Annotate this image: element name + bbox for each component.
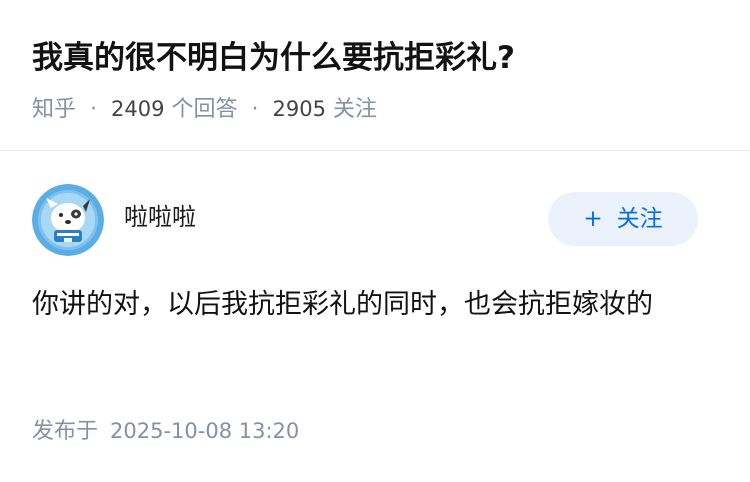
follow-button[interactable]: + 关注 xyxy=(548,192,698,246)
question-title[interactable]: 我真的很不明白为什么要抗拒彩礼? xyxy=(32,36,515,80)
publish-time: 2025-10-08 13:20 xyxy=(110,419,300,443)
author-name[interactable]: 啦啦啦 xyxy=(124,200,196,234)
author-avatar[interactable] xyxy=(32,184,104,256)
author-row: 啦啦啦 + 关注 xyxy=(32,184,718,256)
answer-content[interactable]: 你讲的对，以后我抗拒彩礼的同时，也会抗拒嫁妆的 xyxy=(32,282,712,328)
cartoon-dog-avatar-icon xyxy=(32,184,104,256)
answer-count-label: 个回答 xyxy=(171,97,238,122)
section-divider xyxy=(0,150,750,151)
publish-info: 发布于 2025-10-08 13:20 xyxy=(32,414,299,449)
source-label[interactable]: 知乎 xyxy=(32,97,76,122)
publish-label: 发布于 xyxy=(32,419,99,444)
question-header: 我真的很不明白为什么要抗拒彩礼? 知乎 · 2409 个回答 · 2905 关注 xyxy=(0,0,750,150)
meta-separator: · xyxy=(90,97,98,122)
question-meta: 知乎 · 2409 个回答 · 2905 关注 xyxy=(32,92,377,127)
plus-icon: + xyxy=(583,206,603,232)
answer-count: 2409 xyxy=(111,97,165,121)
follow-count-label: 关注 xyxy=(332,97,377,122)
follow-count: 2905 xyxy=(272,97,326,121)
meta-separator: · xyxy=(251,97,259,122)
follow-button-label: 关注 xyxy=(616,206,663,232)
